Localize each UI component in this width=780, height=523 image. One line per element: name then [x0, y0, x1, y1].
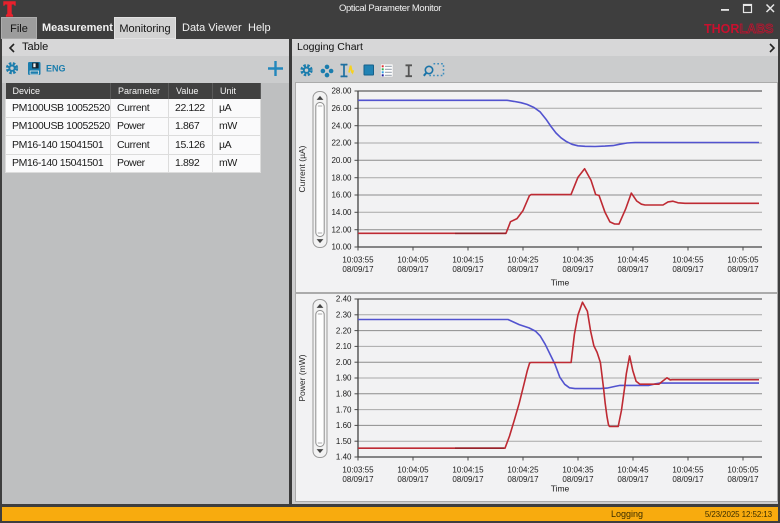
svg-text:10:04:15: 10:04:15 — [452, 256, 484, 265]
svg-text:2.30: 2.30 — [336, 311, 352, 320]
svg-text:08/09/17: 08/09/17 — [562, 265, 594, 274]
svg-text:14.00: 14.00 — [331, 208, 352, 217]
svg-text:10:04:25: 10:04:25 — [507, 466, 539, 475]
svg-text:10:04:35: 10:04:35 — [562, 256, 594, 265]
svg-text:08/09/17: 08/09/17 — [342, 265, 374, 274]
svg-text:08/09/17: 08/09/17 — [397, 475, 429, 484]
svg-text:10:04:35: 10:04:35 — [562, 466, 594, 475]
svg-text:24.00: 24.00 — [331, 121, 352, 130]
svg-text:ENG: ENG — [46, 64, 66, 74]
svg-text:10:05:05: 10:05:05 — [727, 466, 759, 475]
svg-text:10:04:05: 10:04:05 — [397, 466, 429, 475]
svg-text:1.50: 1.50 — [336, 437, 352, 446]
svg-text:08/09/17: 08/09/17 — [617, 475, 649, 484]
svg-text:2.40: 2.40 — [336, 295, 352, 304]
svg-text:Time: Time — [551, 277, 570, 287]
svg-text:2.10: 2.10 — [336, 342, 352, 351]
svg-text:08/09/17: 08/09/17 — [727, 475, 759, 484]
svg-text:26.00: 26.00 — [331, 104, 352, 113]
svg-text:10:03:55: 10:03:55 — [342, 466, 374, 475]
svg-text:08/09/17: 08/09/17 — [672, 265, 704, 274]
svg-text:Time: Time — [551, 483, 570, 493]
svg-text:10:04:05: 10:04:05 — [397, 256, 429, 265]
svg-text:28.00: 28.00 — [331, 87, 352, 96]
svg-text:08/09/17: 08/09/17 — [507, 265, 539, 274]
svg-text:10:04:45: 10:04:45 — [617, 466, 649, 475]
svg-text:08/09/17: 08/09/17 — [727, 265, 759, 274]
svg-text:2.20: 2.20 — [336, 326, 352, 335]
svg-text:10:04:55: 10:04:55 — [672, 466, 704, 475]
svg-text:10:04:55: 10:04:55 — [672, 256, 704, 265]
svg-text:18.00: 18.00 — [331, 173, 352, 182]
svg-text:08/09/17: 08/09/17 — [617, 265, 649, 274]
svg-text:22.00: 22.00 — [331, 139, 352, 148]
svg-text:10.00: 10.00 — [331, 243, 352, 252]
svg-text:1.80: 1.80 — [336, 390, 352, 399]
svg-text:10:03:55: 10:03:55 — [342, 256, 374, 265]
svg-text:20.00: 20.00 — [331, 156, 352, 165]
svg-text:1.40: 1.40 — [336, 453, 352, 462]
svg-text:08/09/17: 08/09/17 — [342, 475, 374, 484]
svg-text:2.00: 2.00 — [336, 358, 352, 367]
svg-text:08/09/17: 08/09/17 — [397, 265, 429, 274]
svg-text:12.00: 12.00 — [331, 225, 352, 234]
svg-text:10:05:05: 10:05:05 — [727, 256, 759, 265]
svg-text:08/09/17: 08/09/17 — [452, 265, 484, 274]
svg-text:10:04:15: 10:04:15 — [452, 466, 484, 475]
svg-text:08/09/17: 08/09/17 — [507, 475, 539, 484]
svg-text:1.60: 1.60 — [336, 421, 352, 430]
svg-text:1.70: 1.70 — [336, 405, 352, 414]
svg-text:16.00: 16.00 — [331, 191, 352, 200]
svg-text:Power (mW): Power (mW) — [297, 354, 307, 401]
svg-text:Current (µA): Current (µA) — [297, 145, 307, 192]
svg-text:10:04:45: 10:04:45 — [617, 256, 649, 265]
svg-text:08/09/17: 08/09/17 — [452, 475, 484, 484]
svg-text:1.90: 1.90 — [336, 374, 352, 383]
svg-text:10:04:25: 10:04:25 — [507, 256, 539, 265]
svg-text:08/09/17: 08/09/17 — [672, 475, 704, 484]
